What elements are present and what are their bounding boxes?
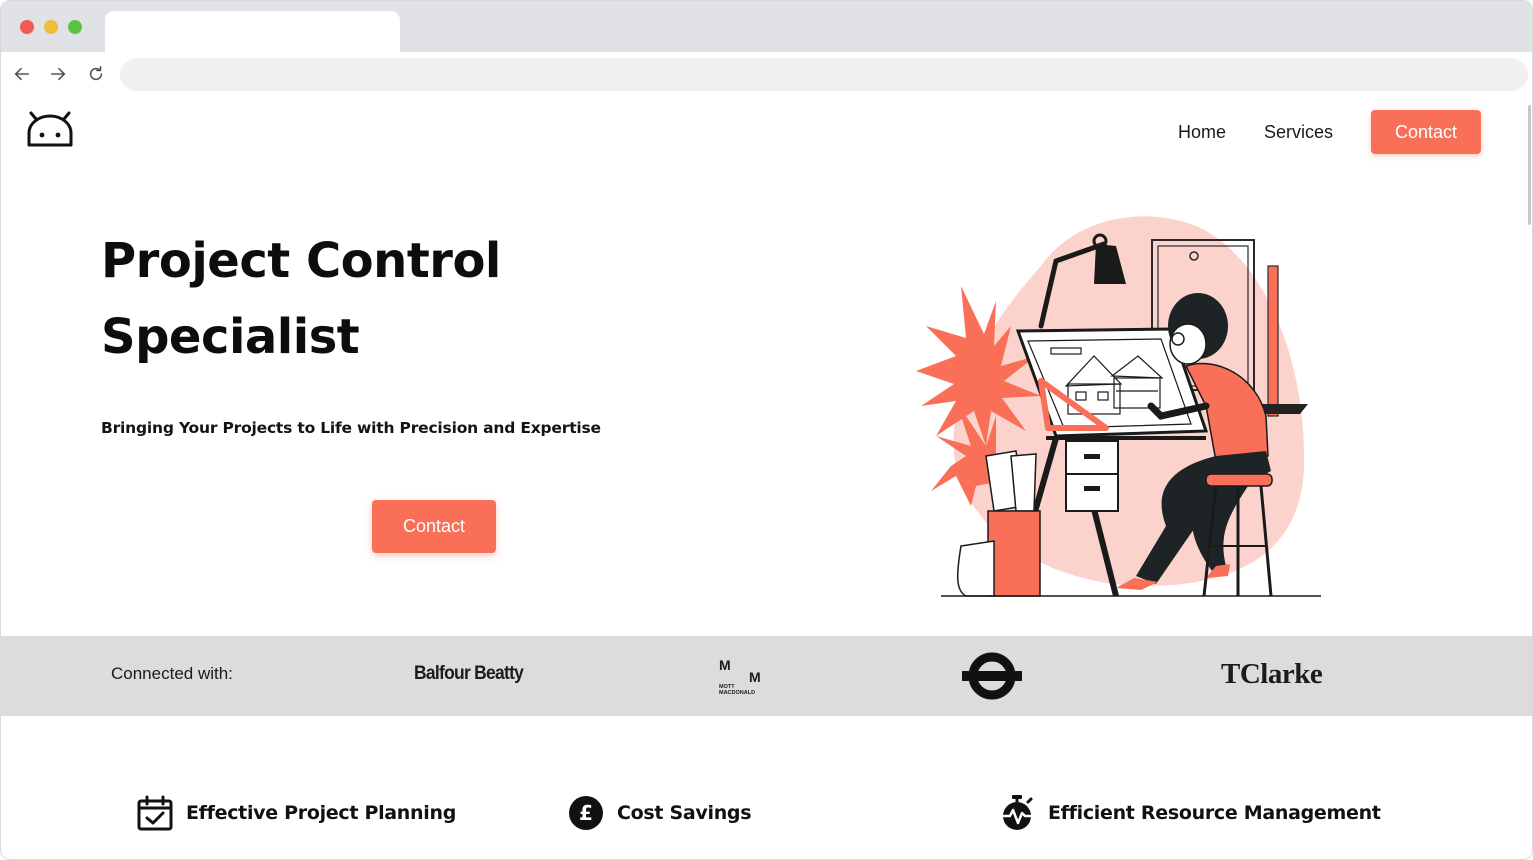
hero-subtitle: Bringing Your Projects to Life with Prec… — [101, 419, 601, 437]
back-icon[interactable] — [11, 63, 33, 85]
page-scrollbar[interactable] — [1528, 105, 1531, 225]
nav-services-link[interactable]: Services — [1264, 122, 1333, 143]
browser-tab-bar — [1, 1, 1532, 52]
mott-mark-top: M — [719, 657, 731, 673]
mott-macdonald-logo: M M MOTT MACDONALD — [719, 656, 769, 698]
calendar-check-icon — [136, 794, 174, 832]
forward-icon[interactable] — [47, 63, 69, 85]
mott-mark-right: M — [749, 669, 761, 685]
maximize-window-button[interactable] — [68, 20, 82, 34]
nav-home-link[interactable]: Home — [1178, 122, 1226, 143]
stopwatch-pulse-icon — [998, 794, 1036, 832]
svg-text:£: £ — [579, 801, 593, 825]
balfour-beatty-logo: Balfour Beatty — [414, 663, 524, 684]
browser-tab[interactable] — [105, 11, 400, 52]
pound-coin-icon: £ — [567, 794, 605, 832]
browser-toolbar — [1, 52, 1532, 97]
close-window-button[interactable] — [20, 20, 34, 34]
feature-label: Efficient Resource Management — [1048, 802, 1381, 824]
android-face-icon[interactable] — [25, 111, 75, 147]
tclarke-logo: TClarke — [1221, 658, 1323, 690]
architect-drafting-illustration — [916, 206, 1336, 601]
feature-label: Cost Savings — [617, 802, 752, 824]
address-bar[interactable] — [120, 58, 1528, 91]
browser-window: Home Services Contact Project Control Sp… — [0, 0, 1533, 860]
nav-contact-button[interactable]: Contact — [1371, 110, 1481, 154]
hero-contact-button[interactable]: Contact — [372, 500, 496, 553]
connected-label: Connected with: — [111, 664, 233, 683]
reload-icon[interactable] — [85, 63, 107, 85]
main-nav: Home Services Contact — [1178, 110, 1481, 154]
hero-title-line-2: Specialist — [101, 309, 360, 365]
minimize-window-button[interactable] — [44, 20, 58, 34]
connected-partners-band: Connected with: Balfour Beatty M M MOTT … — [1, 636, 1532, 716]
feature-cost-savings: £ Cost Savings — [567, 793, 752, 833]
tfl-roundel-logo — [961, 652, 1023, 700]
feature-resource-management: Efficient Resource Management — [998, 793, 1381, 833]
mott-small-2: MACDONALD — [719, 690, 755, 696]
feature-label: Effective Project Planning — [186, 802, 457, 824]
feature-project-planning: Effective Project Planning — [136, 793, 456, 833]
hero-title: Project Control Specialist — [101, 223, 701, 375]
hero-title-line-1: Project Control — [101, 233, 501, 289]
